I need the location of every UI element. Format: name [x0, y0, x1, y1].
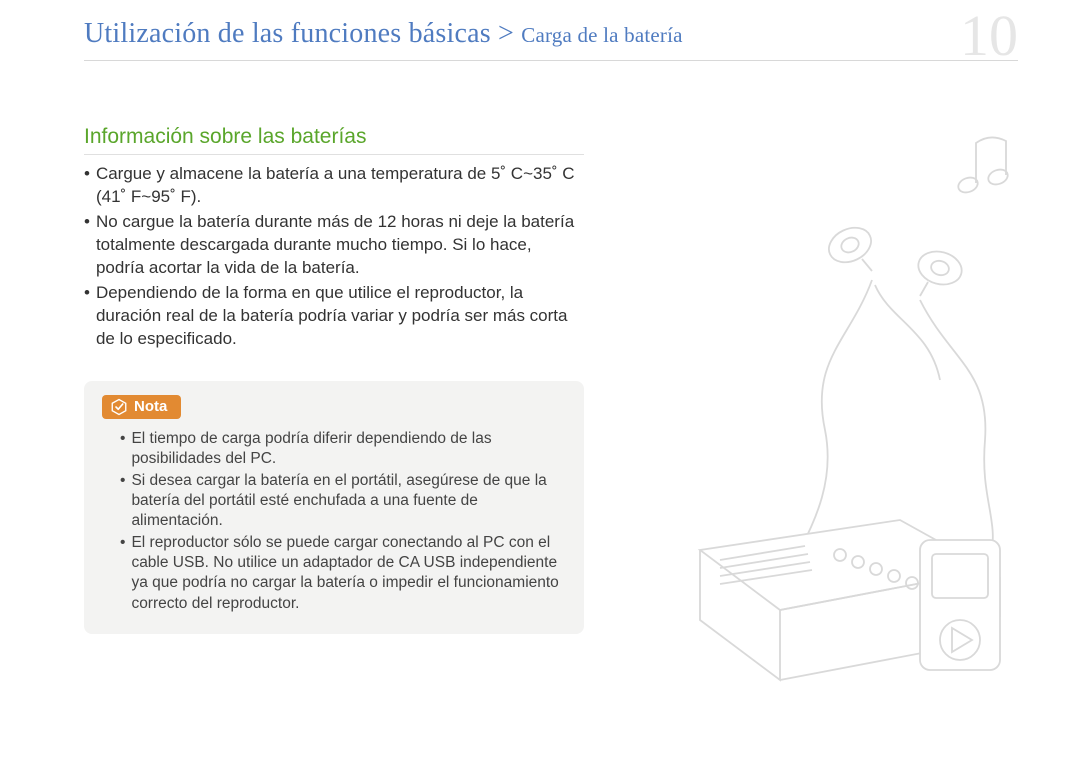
list-item: • Dependiendo de la forma en que utilice…: [84, 282, 584, 351]
note-header: Nota: [102, 395, 181, 419]
breadcrumb-separator: >: [491, 18, 521, 49]
section-title: Información sobre las baterías: [84, 125, 584, 155]
bullet-dot: •: [120, 429, 131, 469]
list-item-text: Dependiendo de la forma en que utilice e…: [96, 282, 584, 351]
breadcrumb-main: Utilización de las funciones básicas: [84, 18, 491, 49]
list-item-text: Si desea cargar la batería en el portáti…: [131, 471, 566, 531]
list-item: • Si desea cargar la batería en el portá…: [120, 471, 566, 531]
list-item: • El tiempo de carga podría diferir depe…: [120, 429, 566, 469]
header-divider: [84, 60, 1018, 61]
breadcrumb-sub: Carga de la batería: [521, 23, 682, 47]
list-item-text: No cargue la batería durante más de 12 h…: [96, 211, 584, 280]
page-number: 10: [960, 2, 1018, 69]
list-item-text: Cargue y almacene la batería a una tempe…: [96, 163, 584, 209]
list-item: • El reproductor sólo se puede cargar co…: [120, 533, 566, 614]
note-box: Nota • El tiempo de carga podría diferir…: [84, 381, 584, 634]
list-item: • Cargue y almacene la batería a una tem…: [84, 163, 584, 209]
main-content: Información sobre las baterías • Cargue …: [84, 125, 584, 634]
section-bullet-list: • Cargue y almacene la batería a una tem…: [84, 163, 584, 351]
bullet-dot: •: [120, 471, 131, 531]
bullet-dot: •: [84, 211, 96, 280]
note-check-icon: [110, 398, 128, 416]
breadcrumb: Utilización de las funciones básicas > C…: [84, 18, 683, 50]
list-item-text: El reproductor sólo se puede cargar cone…: [131, 533, 566, 614]
bullet-dot: •: [120, 533, 131, 614]
list-item-text: El tiempo de carga podría diferir depend…: [131, 429, 566, 469]
note-label: Nota: [134, 398, 167, 415]
list-item: • No cargue la batería durante más de 12…: [84, 211, 584, 280]
document-page: Utilización de las funciones básicas > C…: [0, 0, 1080, 762]
bullet-dot: •: [84, 282, 96, 351]
note-bullet-list: • El tiempo de carga podría diferir depe…: [102, 429, 566, 614]
decorative-illustration: [630, 120, 1050, 700]
bullet-dot: •: [84, 163, 96, 209]
